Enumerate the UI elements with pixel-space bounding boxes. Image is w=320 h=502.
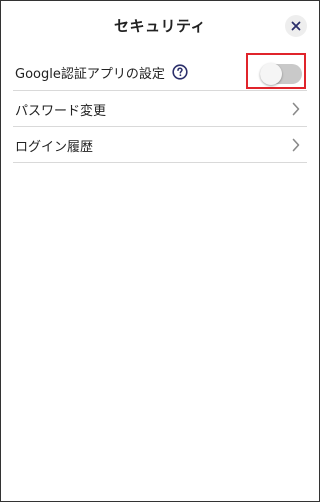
close-button[interactable]: [285, 15, 307, 37]
modal-header: セキュリティ: [1, 1, 319, 49]
toggle-knob: [260, 63, 282, 85]
password-change-label: パスワード変更: [15, 104, 107, 119]
row-password-change[interactable]: パスワード変更: [13, 91, 307, 127]
question-circle-icon[interactable]: [172, 64, 188, 80]
chevron-right-icon: [292, 138, 300, 152]
security-modal: セキュリティ Google認証アプリの設定 パスワード変更 ログイン履歴: [0, 0, 320, 502]
chevron-right-icon: [292, 102, 300, 116]
google-auth-toggle[interactable]: [260, 63, 302, 85]
close-icon: [291, 21, 301, 31]
toggle-highlight: [246, 53, 306, 89]
row-google-auth: Google認証アプリの設定: [13, 51, 307, 91]
page-title: セキュリティ: [113, 17, 207, 35]
google-auth-label: Google認証アプリの設定: [15, 67, 165, 82]
row-login-history[interactable]: ログイン履歴: [13, 127, 307, 163]
login-history-label: ログイン履歴: [15, 140, 94, 155]
